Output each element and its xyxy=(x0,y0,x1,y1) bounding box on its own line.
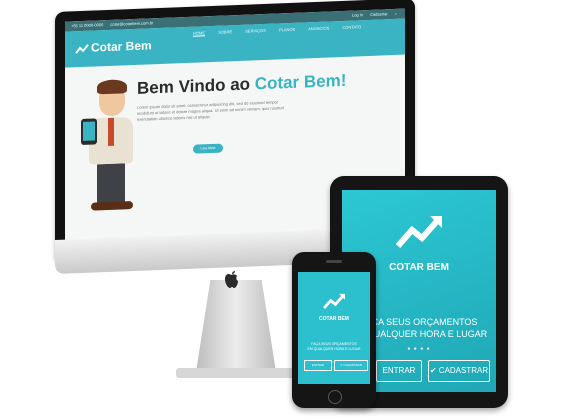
mascot-legs xyxy=(97,163,125,205)
iphone-logo-arrow-icon xyxy=(322,293,345,310)
ipad-logo-arrow-icon xyxy=(395,216,442,248)
iphone-signup-button[interactable]: ✔ CADASTRAR xyxy=(334,360,368,371)
login-link[interactable]: Log in xyxy=(352,12,363,17)
iphone-home-button[interactable] xyxy=(328,390,342,404)
nav-planos[interactable]: PLANOS xyxy=(279,27,295,33)
signup-link[interactable]: Cadastrar xyxy=(370,11,388,17)
mascot-hair xyxy=(97,79,127,95)
ipad-signup-button[interactable]: ✔ CADASTRAR xyxy=(428,360,490,382)
phone-text: +55 11 0000-0000 xyxy=(71,22,104,29)
read-more-button[interactable]: Leia Mais xyxy=(193,143,223,154)
nav-contato[interactable]: CONTATO xyxy=(342,24,361,30)
nav-sobre[interactable]: SOBRE xyxy=(218,29,232,35)
iphone-tagline-line2: EM QUALQUER HORA E LUGAR xyxy=(307,347,361,351)
imac-foot xyxy=(176,368,296,378)
search-icon[interactable]: ⌕ xyxy=(395,11,397,16)
iphone-tagline: FAÇA SEUS ORÇAMENTOS EM QUALQUER HORA E … xyxy=(298,342,370,352)
iphone-speaker xyxy=(326,260,342,263)
nav-servicos[interactable]: SERVIÇOS xyxy=(245,28,266,34)
apple-logo-icon xyxy=(223,239,243,260)
hero-title: Bem Vindo ao Cotar Bem! xyxy=(137,71,346,99)
iphone-brand: COTAR BEM xyxy=(319,316,349,322)
imac-stand xyxy=(196,280,276,372)
nav-menu: HOME SOBRE SERVIÇOS PLANOS ANÚNCIOS CONT… xyxy=(193,24,373,37)
iphone-device: COTAR BEM FAÇA SEUS ORÇAMENTOS EM QUALQU… xyxy=(292,252,376,408)
hero-title-accent: Cotar Bem! xyxy=(254,70,347,94)
hero-title-prefix: Bem Vindo ao xyxy=(137,74,251,98)
iphone-screen: COTAR BEM FAÇA SEUS ORÇAMENTOS EM QUALQU… xyxy=(298,272,370,384)
hero-description: Lorem ipsum dolor sit amet, consectetur … xyxy=(137,99,284,122)
nav-home[interactable]: HOME xyxy=(193,30,205,37)
logo-arrow-icon xyxy=(75,44,89,54)
ipad-enter-button[interactable]: ENTRAR xyxy=(376,360,422,382)
mascot-tie xyxy=(108,117,114,146)
mascot-shoes xyxy=(91,201,133,211)
apple-logo-icon xyxy=(225,271,238,288)
email-text[interactable]: cotar@cotarbem.com.br xyxy=(110,20,153,27)
brand-logo[interactable]: Cotar Bem xyxy=(91,38,152,54)
iphone-enter-button[interactable]: ENTRAR xyxy=(304,360,332,371)
nav-anuncios[interactable]: ANÚNCIOS xyxy=(308,25,329,31)
mascot-phone-icon xyxy=(81,118,97,146)
